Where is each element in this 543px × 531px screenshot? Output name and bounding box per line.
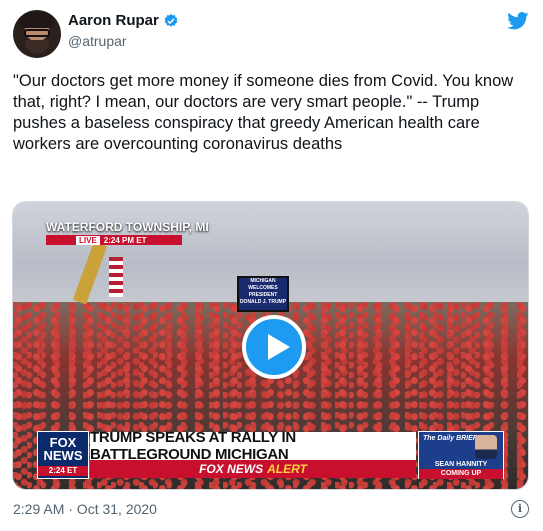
video-flag xyxy=(109,257,123,297)
promo-host: SEAN HANNITY xyxy=(434,461,488,468)
network-time: 2:24 ET xyxy=(38,466,88,476)
fox-news-logo: FOX NEWS 2:24 ET xyxy=(37,431,89,479)
network-name: FOX NEWS xyxy=(43,435,83,463)
alert-bar: FOX NEWS ALERT xyxy=(90,460,416,478)
live-bar: LIVE 2:24 PM ET xyxy=(46,235,182,245)
stage-sign-line: WELCOMES xyxy=(248,285,278,291)
alert-word: ALERT xyxy=(267,462,307,476)
tweet-timestamp[interactable]: 2:29 AM · Oct 31, 2020 xyxy=(13,501,157,517)
stage-sign-line: MICHIGAN xyxy=(250,278,276,284)
info-icon[interactable]: i xyxy=(511,500,529,518)
show-promo: The Daily BRIEFING SEAN HANNITY COMING U… xyxy=(418,431,504,479)
video-location: WATERFORD TOWNSHIP, MI xyxy=(46,220,209,234)
video-stage-sign: MICHIGAN WELCOMES PRESIDENT DONALD J. TR… xyxy=(237,276,289,312)
avatar-hair xyxy=(19,12,55,28)
twitter-bird-icon[interactable] xyxy=(507,12,529,30)
stage-sign-line: DONALD J. TRUMP xyxy=(239,299,287,305)
live-label: LIVE xyxy=(76,235,100,245)
chyron-headline: TRUMP SPEAKS AT RALLY IN BATTLEGROUND MI… xyxy=(90,429,416,463)
author-name-row[interactable]: Aaron Rupar xyxy=(68,12,179,29)
author-handle[interactable]: @atrupar xyxy=(68,33,127,49)
promo-host-photo xyxy=(475,435,497,459)
alert-brand: FOX NEWS xyxy=(199,462,264,476)
avatar-beard xyxy=(25,40,49,54)
author-name[interactable]: Aaron Rupar xyxy=(68,12,159,29)
tweet-card: Aaron Rupar @atrupar "Our doctors get mo… xyxy=(0,0,543,531)
video-player[interactable]: MICHIGAN WELCOMES PRESIDENT DONALD J. TR… xyxy=(12,201,529,490)
verified-badge-icon xyxy=(164,13,178,27)
tweet-text: "Our doctors get more money if someone d… xyxy=(13,72,514,153)
avatar-glasses xyxy=(24,29,50,37)
stage-sign-line: PRESIDENT xyxy=(248,292,278,298)
avatar[interactable] xyxy=(13,10,61,58)
live-time: 2:24 PM ET xyxy=(103,235,147,245)
promo-status: COMING UP xyxy=(419,469,503,479)
play-icon[interactable] xyxy=(242,315,306,379)
